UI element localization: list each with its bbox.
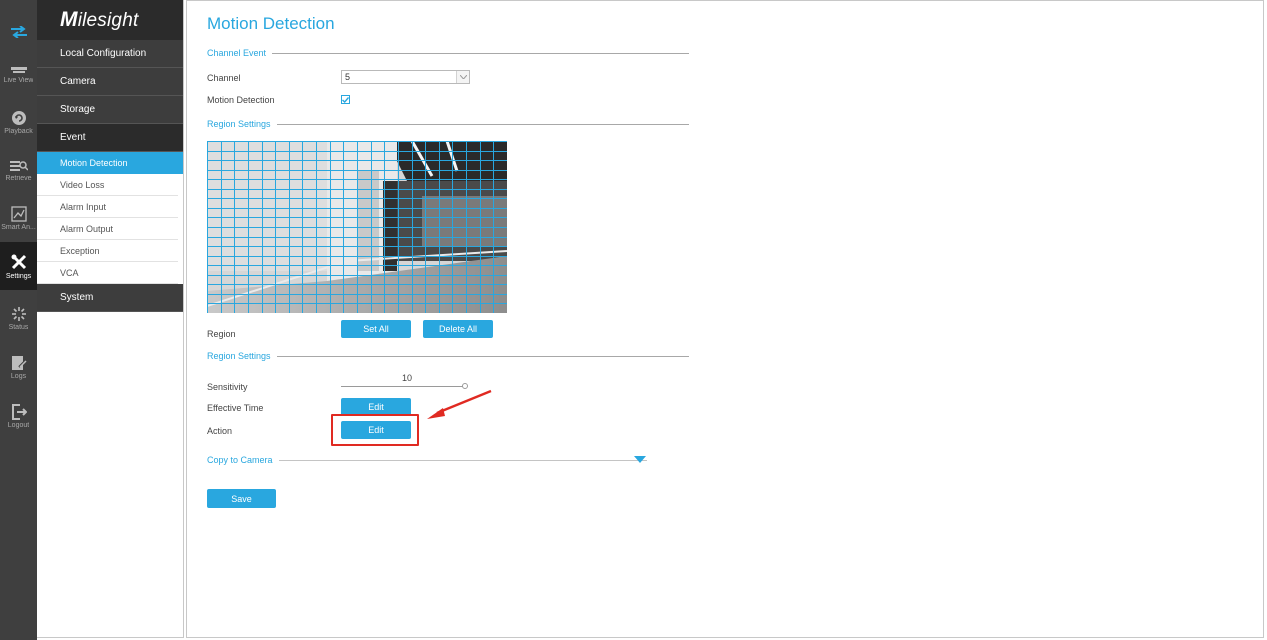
menu-alarm-input[interactable]: Alarm Input: [37, 196, 178, 218]
section-title: Region Settings: [207, 351, 271, 361]
divider: [272, 52, 689, 54]
menu-system[interactable]: System: [37, 284, 183, 312]
menu-storage[interactable]: Storage: [37, 96, 183, 124]
region-label: Region: [207, 329, 236, 339]
annotation-arrow-icon: [427, 389, 492, 419]
channel-value: 5: [345, 72, 351, 82]
menu-motion-detection[interactable]: Motion Detection: [37, 152, 183, 174]
menu-camera[interactable]: Camera: [37, 68, 183, 96]
divider: [278, 459, 647, 461]
rail-logs[interactable]: Logs: [0, 343, 37, 391]
settings-menu: Milesight Local Configuration Camera Sto…: [37, 0, 184, 638]
menu-alarm-output[interactable]: Alarm Output: [37, 218, 178, 240]
status-icon: [11, 306, 27, 322]
rail-label: Settings: [5, 272, 32, 280]
motion-detection-label: Motion Detection: [207, 95, 275, 105]
icon-rail: Live View Playback Retrieve Smart An...: [0, 0, 37, 640]
section-region-settings: Region Settings: [207, 117, 689, 131]
rail-label: Retrieve: [5, 174, 32, 182]
copy-to-camera-toggle[interactable]: Copy to Camera: [207, 453, 647, 467]
channel-label: Channel: [207, 73, 241, 83]
page-title: Motion Detection: [207, 14, 335, 33]
logout-icon: [11, 403, 27, 420]
logo-initial: M: [60, 8, 78, 31]
retrieve-icon: [9, 159, 28, 173]
app-window: Live View Playback Retrieve Smart An...: [0, 0, 1267, 640]
logo-text: ilesight: [77, 10, 139, 31]
playback-icon: [11, 110, 27, 126]
set-all-button[interactable]: Set All: [341, 320, 411, 338]
rail-retrieve[interactable]: Retrieve: [0, 146, 37, 194]
rail-label: Live View: [3, 76, 34, 84]
delete-all-button[interactable]: Delete All: [423, 320, 493, 338]
copy-to-camera-label: Copy to Camera: [207, 455, 273, 465]
channel-select[interactable]: 5: [341, 70, 470, 84]
menu-vca[interactable]: VCA: [37, 262, 178, 284]
rail-settings[interactable]: Settings: [0, 242, 37, 290]
live-view-icon: [10, 65, 27, 75]
annotation-highlight-box: [331, 414, 419, 446]
menu-local-configuration[interactable]: Local Configuration: [37, 40, 183, 68]
menu-exception[interactable]: Exception: [37, 240, 178, 262]
divider: [276, 355, 689, 357]
logs-icon: [11, 355, 27, 371]
section-title: Channel Event: [207, 48, 267, 58]
rail-label: Logs: [10, 372, 27, 380]
rail-label: Playback: [4, 127, 33, 135]
logo: Milesight: [37, 0, 183, 40]
rail-label: Smart An...: [1, 223, 36, 231]
rail-playback[interactable]: Playback: [0, 98, 37, 146]
rail-logout[interactable]: Logout: [0, 392, 37, 440]
section-channel-event: Channel Event: [207, 46, 689, 60]
settings-icon: [10, 253, 28, 271]
checkmark-icon: [342, 96, 349, 103]
section-region-settings-2: Region Settings: [207, 349, 689, 363]
rail-smart-analysis[interactable]: Smart An...: [0, 194, 37, 242]
region-grid-image[interactable]: [207, 141, 507, 313]
divider: [276, 123, 689, 125]
rail-label: Status: [8, 323, 29, 331]
content-panel: Motion Detection Channel Event Channel 5…: [186, 0, 1264, 638]
slider-track: [341, 386, 465, 387]
action-label: Action: [207, 426, 233, 436]
effective-time-label: Effective Time: [207, 403, 264, 413]
chevron-down-icon: [456, 71, 469, 83]
menu-event[interactable]: Event: [37, 124, 183, 152]
save-button[interactable]: Save: [207, 489, 276, 508]
expand-triangle-icon[interactable]: [634, 456, 646, 463]
rail-status[interactable]: Status: [0, 294, 37, 342]
section-title: Region Settings: [207, 119, 271, 129]
sensitivity-value: 10: [402, 373, 413, 383]
smart-analysis-icon: [10, 205, 27, 222]
menu-video-loss[interactable]: Video Loss: [37, 174, 178, 196]
rail-label: Logout: [7, 421, 30, 429]
rail-live-view[interactable]: Live View: [0, 50, 37, 98]
motion-detection-checkbox[interactable]: [341, 95, 350, 104]
menu-toggle-icon[interactable]: [0, 10, 37, 54]
sensitivity-label: Sensitivity: [207, 382, 248, 392]
